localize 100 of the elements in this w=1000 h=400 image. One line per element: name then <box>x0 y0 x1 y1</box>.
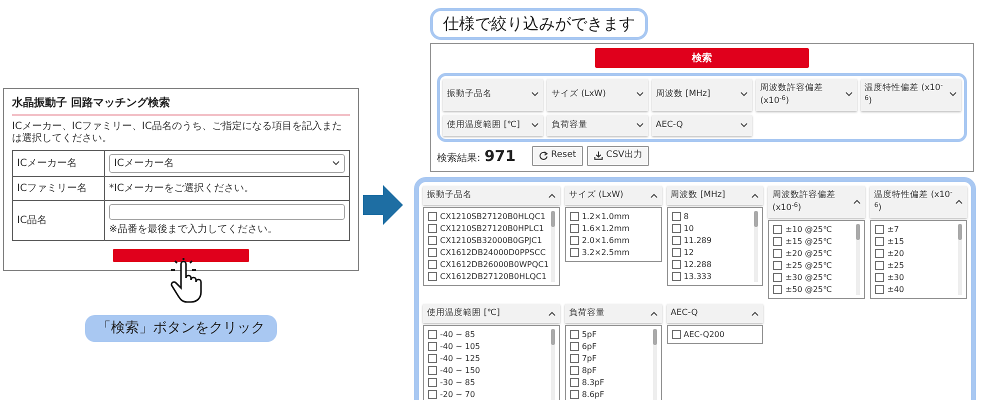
option-label: -20 ~ 70 <box>440 388 476 400</box>
option-label: ±15 <box>887 236 904 246</box>
filter-dropdown[interactable]: サイズ (LxW) <box>547 79 648 110</box>
checkbox[interactable] <box>875 260 884 270</box>
checkbox[interactable] <box>773 248 782 258</box>
scrollbar[interactable] <box>754 211 758 282</box>
checkbox[interactable] <box>875 284 884 294</box>
search-button[interactable]: 検索 <box>595 48 809 68</box>
chevron-down-icon <box>531 92 540 98</box>
chevron-down-icon <box>844 92 853 98</box>
checkbox[interactable] <box>428 366 437 374</box>
checkbox[interactable] <box>570 236 579 245</box>
filter-dropdown[interactable]: 周波数 [MHz] <box>652 79 752 110</box>
option-label: 12 <box>684 247 694 258</box>
checkbox[interactable] <box>570 212 579 221</box>
chevron-up-icon <box>751 193 760 198</box>
scrollbar[interactable] <box>550 328 555 400</box>
option-label: ±30 <box>887 272 904 282</box>
checkbox[interactable] <box>672 260 681 269</box>
filter-header[interactable]: 負荷容量 <box>564 304 662 322</box>
filter-dropdown[interactable]: 周波数許容偏差 (x10$^{-6}$) <box>756 79 857 110</box>
checkbox[interactable] <box>773 224 782 234</box>
callout-caption: 仕様で絞り込みができます <box>430 8 648 40</box>
checkbox[interactable] <box>428 390 437 398</box>
field-note: *ICメーカーをご選択ください。 <box>109 182 255 196</box>
checkbox[interactable] <box>428 272 437 281</box>
search-button[interactable] <box>113 248 249 262</box>
checkbox[interactable] <box>773 272 782 282</box>
filter-header[interactable]: サイズ (LxW) <box>564 186 662 205</box>
option-label: CX1612DB24000D0PPSCC <box>440 247 546 258</box>
checkbox[interactable] <box>773 284 782 294</box>
checkbox[interactable] <box>428 260 437 269</box>
checkbox[interactable] <box>570 354 579 362</box>
maker-select[interactable]: ICメーカー名 <box>109 154 345 172</box>
option-label: -40 ~ 85 <box>440 328 476 340</box>
filter-header[interactable]: 温度特性偏差 (x10$^{-}$$^{6}$) <box>870 186 967 218</box>
checkbox[interactable] <box>672 224 681 233</box>
scrollbar[interactable] <box>856 224 860 294</box>
filter-dropdown[interactable]: AEC-Q <box>652 114 752 136</box>
checkbox[interactable] <box>428 248 437 257</box>
checkbox[interactable] <box>875 248 884 258</box>
filter-dropdown[interactable]: 負荷容量 <box>547 114 648 136</box>
checkbox[interactable] <box>570 378 579 386</box>
reset-button[interactable]: Reset <box>532 146 584 166</box>
checkbox[interactable] <box>428 330 437 338</box>
filter-dropdown[interactable]: 温度特性偏差 (x10$^{-}$$^{6}$) <box>860 79 961 110</box>
checkbox[interactable] <box>428 354 437 362</box>
checkbox[interactable] <box>570 330 579 338</box>
form-title: 水晶振動子 回路マッチング検索 <box>12 95 350 116</box>
checkbox[interactable] <box>672 212 681 221</box>
checkbox[interactable] <box>773 260 782 270</box>
chevron-up-icon <box>650 193 658 198</box>
option-label: -40 ~ 125 <box>440 352 480 364</box>
checkbox[interactable] <box>428 342 437 350</box>
filter-header[interactable]: AEC-Q <box>666 304 764 322</box>
checkbox[interactable] <box>428 236 437 245</box>
filter-header[interactable]: 振動子品名 <box>423 186 560 205</box>
option-label: ±30 @25℃ <box>785 272 832 282</box>
checkbox[interactable] <box>672 248 681 257</box>
chevron-down-icon <box>636 92 644 98</box>
scrollbar[interactable] <box>652 328 657 400</box>
option-label: 12.288 <box>684 259 712 270</box>
checkbox[interactable] <box>672 272 681 281</box>
checkbox[interactable] <box>672 236 681 245</box>
refresh-icon <box>539 151 548 160</box>
checkbox[interactable] <box>570 248 579 257</box>
scrollbar[interactable] <box>550 211 555 282</box>
checkbox[interactable] <box>570 342 579 350</box>
option-label: ±40 <box>887 284 904 294</box>
filter-header[interactable]: 周波数許容偏差 (x10$^{-6}$) <box>768 186 866 218</box>
option-label: 11.289 <box>684 235 712 246</box>
part-number-input[interactable] <box>109 204 345 220</box>
checkbox[interactable] <box>428 212 437 221</box>
chevron-down-icon <box>740 122 748 128</box>
csv-button[interactable]: CSV出力 <box>587 146 650 166</box>
checkbox[interactable] <box>428 224 437 233</box>
checkbox[interactable] <box>773 236 782 246</box>
checkbox[interactable] <box>570 366 579 374</box>
option-label: ±20 <box>887 248 904 258</box>
filter-dropdown[interactable]: 振動子品名 <box>443 79 544 110</box>
chevron-down-icon <box>332 160 340 166</box>
checkbox[interactable] <box>875 272 884 282</box>
filter-dropdown[interactable]: 使用温度範囲 [℃] <box>443 114 544 136</box>
checkbox[interactable] <box>672 330 681 338</box>
option-label: ±25 <box>887 260 904 270</box>
checkbox[interactable] <box>570 390 579 398</box>
checkbox[interactable] <box>570 224 579 233</box>
option-label: 10 <box>684 223 694 234</box>
checkbox[interactable] <box>875 224 884 234</box>
option-label: ±25 @25℃ <box>785 260 832 270</box>
form-description: ICメーカー、ICファミリー、IC品名のうち、ご指定になる項目を記入または選択してください。 <box>12 120 343 144</box>
filter-header[interactable]: 周波数 [MHz] <box>666 186 764 205</box>
option-label: ±10 @25℃ <box>785 224 832 234</box>
result-count: 971 <box>484 146 516 166</box>
checkbox[interactable] <box>875 236 884 246</box>
download-icon <box>594 151 604 160</box>
filter-header[interactable]: 使用温度範囲 [℃] <box>423 304 560 322</box>
option-label: 13.333 <box>684 271 712 282</box>
checkbox[interactable] <box>428 378 437 386</box>
chevron-up-icon <box>853 199 862 204</box>
